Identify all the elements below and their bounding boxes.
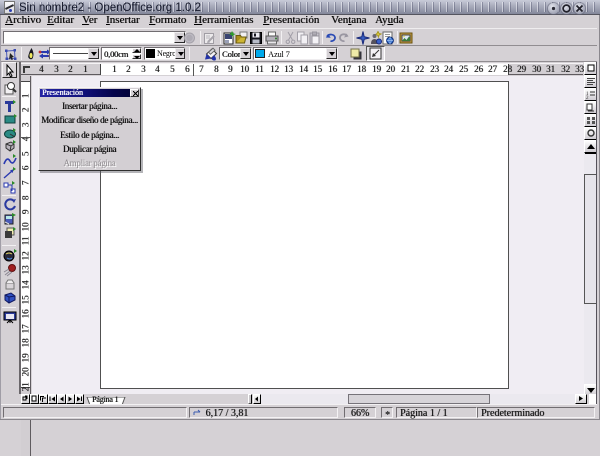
svg-text:2: 2 <box>586 96 589 100</box>
